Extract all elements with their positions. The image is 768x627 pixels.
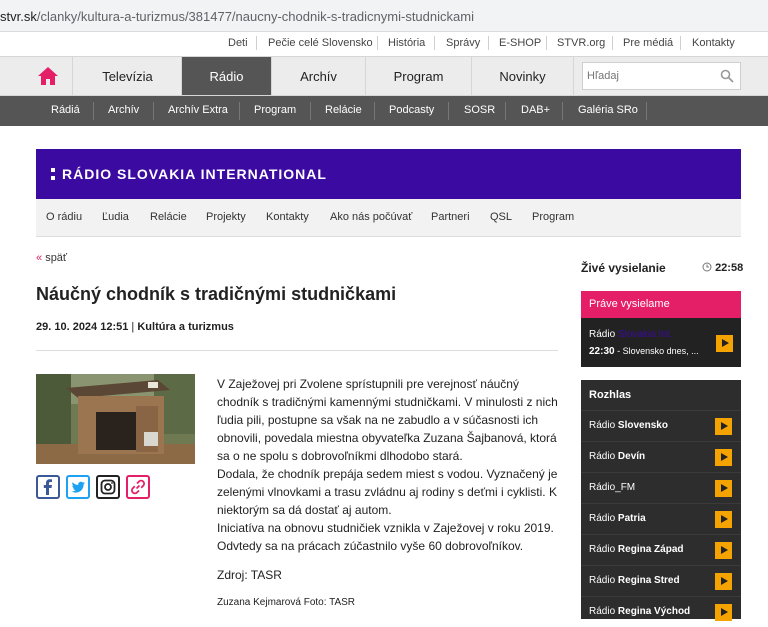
rsi-nav-kontakty[interactable]: Kontakty (266, 211, 309, 223)
play-button[interactable] (715, 449, 732, 466)
article-photo[interactable] (36, 374, 195, 464)
tab-archiv[interactable]: Archív (271, 57, 365, 95)
top-link-kontakty[interactable]: Kontakty (692, 37, 735, 49)
play-button[interactable] (715, 511, 732, 528)
station-item[interactable]: Rádio Regina Stred (581, 565, 741, 596)
article-paragraph: Iniciatíva na obnovu studničiek vznikla … (217, 521, 554, 553)
rsi-navigation: O rádiu Ľudia Relácie Projekty Kontakty … (36, 199, 741, 237)
banner-title: RÁDIO SLOVAKIA INTERNATIONAL (62, 166, 327, 182)
play-button[interactable] (715, 480, 732, 497)
top-link-deti[interactable]: Deti (228, 37, 248, 49)
station-item[interactable]: Rádio_FM (581, 472, 741, 503)
instagram-share-button[interactable] (96, 475, 120, 499)
rsi-banner[interactable]: RÁDIO SLOVAKIA INTERNATIONAL (36, 149, 741, 199)
instagram-icon (96, 475, 120, 499)
search-input[interactable] (587, 68, 717, 84)
rozhlas-title: Rozhlas (589, 389, 632, 401)
tab-novinky[interactable]: Novinky (471, 57, 574, 95)
twitter-share-button[interactable] (66, 475, 90, 499)
play-button[interactable] (715, 573, 732, 590)
station-item[interactable]: Rádio Devín (581, 441, 741, 472)
facebook-share-button[interactable] (36, 475, 60, 499)
link-icon (126, 475, 150, 499)
now-playing-program: 22:30 - Slovensko dnes, ... (589, 346, 699, 357)
top-link-pecie[interactable]: Pečie celé Slovensko (268, 37, 373, 49)
live-clock: 22:58 (702, 262, 743, 274)
subnav-dab[interactable]: DAB+ (521, 104, 550, 116)
top-link-eshop[interactable]: E-SHOP (499, 37, 541, 49)
facebook-icon (36, 475, 60, 499)
play-button[interactable] (716, 335, 733, 352)
rsi-nav-qsl[interactable]: QSL (490, 211, 512, 223)
article-title: Náučný chodník s tradičnými studničkami (36, 284, 397, 304)
rsi-nav-o-radiu[interactable]: O rádiu (46, 211, 82, 223)
subnav-sosr[interactable]: SOSR (464, 104, 495, 116)
article-source: Zdroj: TASR (217, 568, 282, 582)
top-link-pre-media[interactable]: Pre médiá (623, 37, 673, 49)
article-date: 29. 10. 2024 12:51 (36, 321, 129, 333)
live-broadcast-title: Živé vysielanie (581, 261, 666, 275)
subnav-radia[interactable]: Rádiá (51, 104, 80, 116)
url-text[interactable]: stvr.sk/clanky/kultura-a-turizmus/381477… (0, 9, 474, 24)
home-button[interactable] (30, 57, 66, 95)
rsi-nav-ludia[interactable]: Ľudia (102, 211, 129, 223)
tab-radio[interactable]: Rádio (181, 57, 271, 95)
search-box (582, 62, 741, 90)
divider (36, 350, 558, 351)
rsi-nav-ako-nas-pocuvat[interactable]: Ako nás počúvať (330, 211, 412, 223)
article-category[interactable]: Kultúra a turizmus (137, 321, 234, 333)
rsi-nav-partneri[interactable]: Partneri (431, 211, 470, 223)
article-body: V Zaježovej pri Zvolene sprístupnili pre… (217, 375, 560, 555)
now-playing-box: Práve vysielame Rádio Slovakia Int. 22:3… (581, 291, 741, 367)
station-item[interactable]: Rádio Patria (581, 503, 741, 534)
subnav-program[interactable]: Program (254, 104, 296, 116)
station-item[interactable]: Rádio Regina Západ (581, 534, 741, 565)
well-shelter-image (36, 374, 195, 464)
top-links-bar: Deti Pečie celé Slovensko História Správ… (0, 32, 768, 56)
station-item[interactable]: Rádio Slovensko (581, 410, 741, 441)
logo-dots (51, 168, 55, 180)
copy-link-button[interactable] (126, 475, 150, 499)
subnav-galeria[interactable]: Galéria SRo (578, 104, 638, 116)
article-paragraph: Dodala, že chodník prepája sedem miest s… (217, 467, 558, 517)
radio-sub-navigation: Rádiá Archív Archív Extra Program Reláci… (0, 96, 768, 126)
clock-icon (702, 262, 712, 272)
article-paragraph: V Zaježovej pri Zvolene sprístupnili pre… (217, 377, 558, 463)
browser-url-bar[interactable]: stvr.sk/clanky/kultura-a-turizmus/381477… (0, 0, 768, 32)
now-playing-header: Práve vysielame (581, 291, 741, 318)
back-link[interactable]: « späť (36, 252, 67, 264)
tab-televizia[interactable]: Televízia (72, 57, 182, 95)
top-link-spravy[interactable]: Správy (446, 37, 480, 49)
top-link-stvr-org[interactable]: STVR.org (557, 37, 605, 49)
article-author: Zuzana Kejmarová Foto: TASR (217, 597, 356, 608)
play-button[interactable] (715, 604, 732, 621)
top-link-historia[interactable]: História (388, 37, 425, 49)
station-item[interactable]: Rádio Regina Východ (581, 596, 741, 627)
twitter-icon (66, 475, 90, 499)
main-navigation: Televízia Rádio Archív Program Novinky (0, 56, 768, 96)
rsi-nav-projekty[interactable]: Projekty (206, 211, 246, 223)
subnav-podcasty[interactable]: Podcasty (389, 104, 434, 116)
rsi-nav-relacie[interactable]: Relácie (150, 211, 187, 223)
play-button[interactable] (715, 418, 732, 435)
rsi-nav-program[interactable]: Program (532, 211, 574, 223)
rozhlas-stations: Rozhlas Rádio Slovensko Rádio Devín Rádi… (581, 380, 741, 621)
subnav-relacie[interactable]: Relácie (325, 104, 362, 116)
tab-program[interactable]: Program (365, 57, 471, 95)
now-playing-station[interactable]: Rádio Slovakia Int. (589, 329, 672, 340)
article-meta: 29. 10. 2024 12:51 | Kultúra a turizmus (36, 321, 234, 333)
subnav-archiv[interactable]: Archív (108, 104, 139, 116)
back-arrow-icon: « (36, 252, 43, 264)
play-button[interactable] (715, 542, 732, 559)
home-icon (38, 67, 58, 85)
subnav-archiv-extra[interactable]: Archív Extra (168, 104, 228, 116)
search-icon[interactable] (720, 69, 734, 83)
